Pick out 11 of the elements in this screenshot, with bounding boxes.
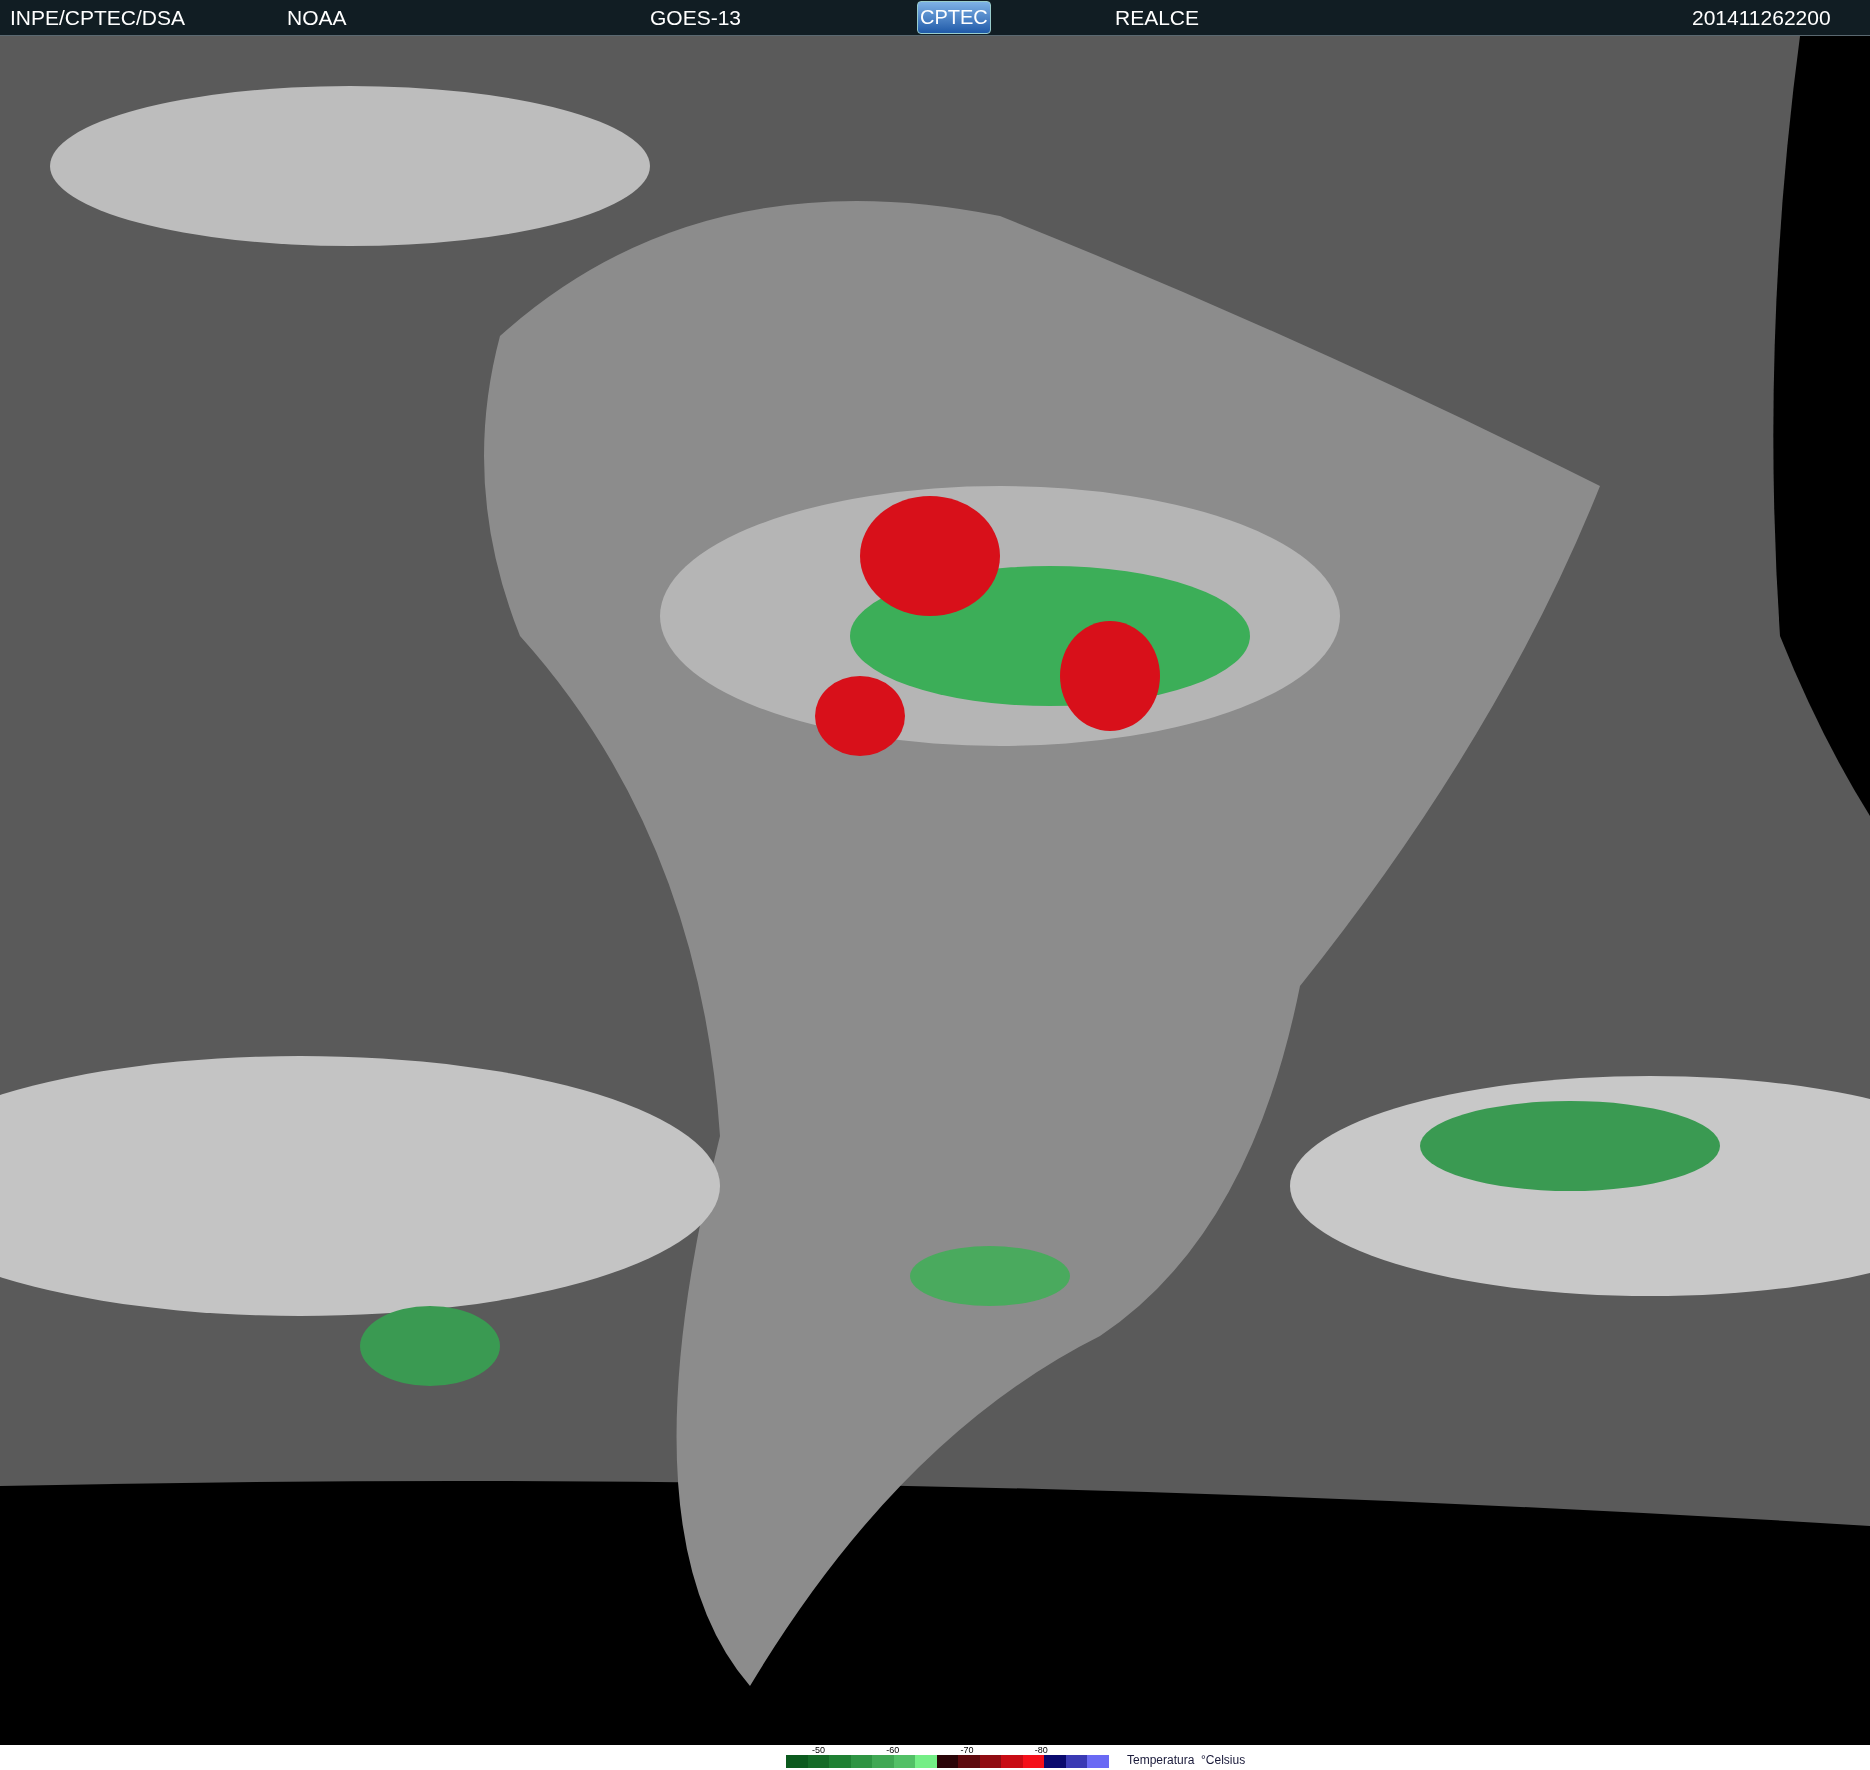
legend-tick: -60 — [886, 1745, 900, 1755]
header-label: NOAA — [287, 4, 347, 31]
legend-tick: -70 — [960, 1745, 974, 1755]
legend-tick: -50 — [812, 1745, 825, 1755]
timestamp: 201411262200 — [1692, 4, 1831, 31]
legend-tick: -80 — [1034, 1745, 1048, 1755]
legend-title: Temperatura °Celsius — [1127, 1752, 1246, 1769]
header-label: REALCE — [1115, 4, 1200, 31]
header-label: GOES-13 — [650, 4, 742, 31]
logo: CPTEC — [917, 1, 991, 34]
header-label: INPE/CPTEC/DSA — [10, 4, 186, 31]
